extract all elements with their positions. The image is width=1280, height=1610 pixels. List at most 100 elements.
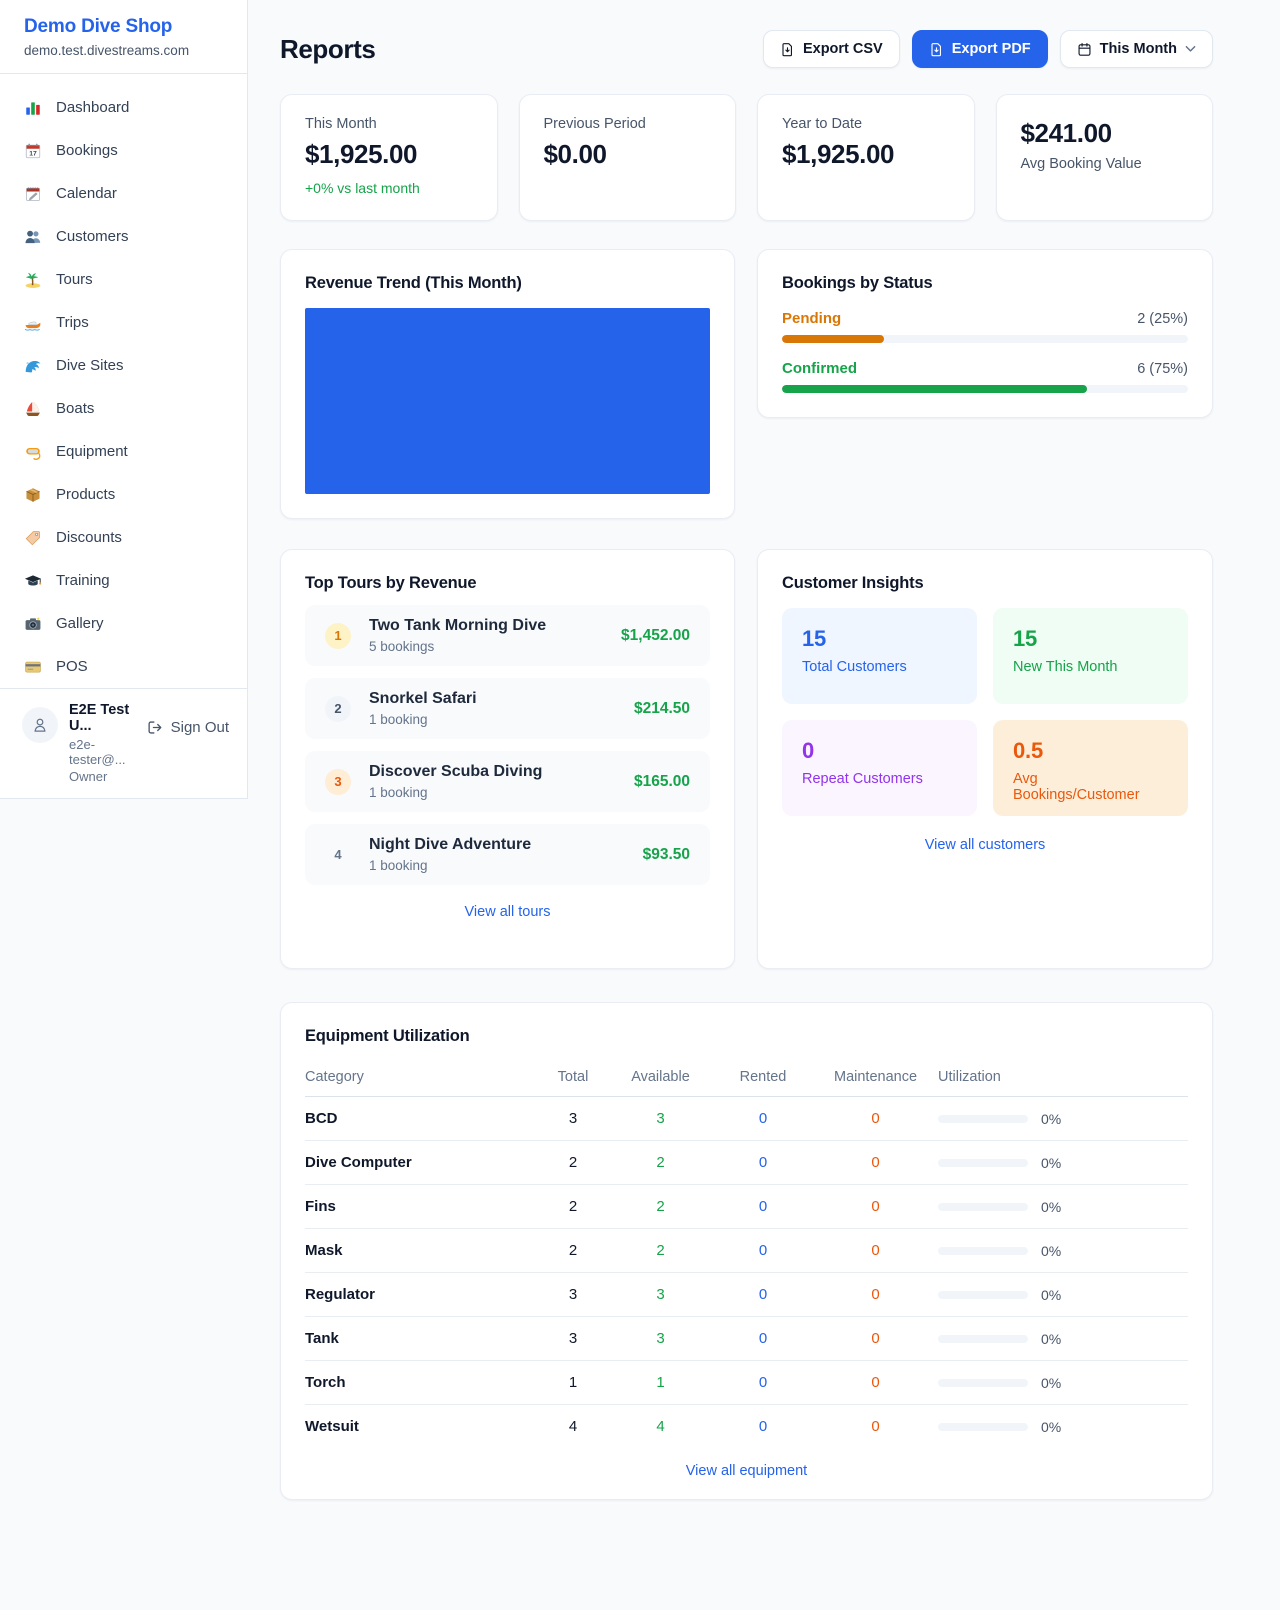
tour-row-discover-scuba-diving: 3Discover Scuba Diving1 booking$165.00 (305, 751, 710, 812)
customers-icon (24, 228, 42, 246)
status-row-confirmed: Confirmed6 (75%) (782, 360, 1188, 393)
tour-name: Two Tank Morning Dive (369, 617, 609, 635)
stat-label: Previous Period (544, 116, 712, 132)
stat-card-year-to-date: Year to Date $1,925.00 (757, 94, 975, 221)
sidebar-item-training[interactable]: Training (24, 559, 235, 602)
sidebar-item-equipment[interactable]: Equipment (24, 430, 235, 473)
tours-list: 1Two Tank Morning Dive5 bookings$1,452.0… (305, 605, 710, 885)
equipment-available: 2 (608, 1141, 713, 1185)
sidebar-item-tours[interactable]: Tours (24, 258, 235, 301)
utilization-percent: 0% (1041, 1199, 1061, 1215)
sign-out-button[interactable]: Sign Out (147, 719, 229, 736)
equipment-maintenance: 0 (813, 1273, 938, 1317)
user-name: E2E Test U... (69, 702, 136, 734)
equipment-rented: 0 (713, 1405, 813, 1449)
equipment-maintenance: 0 (813, 1141, 938, 1185)
equipment-available: 1 (608, 1361, 713, 1405)
discounts-icon (24, 529, 42, 547)
equipment-utilization-card: Equipment Utilization CategoryTotalAvail… (280, 1002, 1213, 1500)
sidebar-item-pos[interactable]: POS (24, 645, 235, 688)
sidebar-item-boats[interactable]: Boats (24, 387, 235, 430)
sign-out-icon (147, 720, 164, 735)
status-value: 2 (25%) (1137, 311, 1188, 327)
equipment-total: 3 (538, 1097, 608, 1141)
column-header-utilization: Utilization (938, 1063, 1188, 1097)
sidebar-nav: Dashboard17BookingsCalendar Customers Tour… (0, 74, 247, 688)
user-info: E2E Test U... e2e-tester@... Owner (69, 702, 136, 784)
sidebar-item-calendar[interactable]: Calendar (24, 172, 235, 215)
tour-name: Snorkel Safari (369, 690, 622, 708)
view-all-equipment-link[interactable]: View all equipment (305, 1463, 1188, 1479)
stat-value: $241.00 (1021, 118, 1189, 149)
equipment-category: Wetsuit (305, 1405, 538, 1449)
sidebar-item-label: Dive Sites (56, 357, 124, 374)
equipment-total: 4 (538, 1405, 608, 1449)
insight-label: Total Customers (802, 659, 957, 675)
utilization-percent: 0% (1041, 1375, 1061, 1391)
equipment-category: BCD (305, 1097, 538, 1141)
equipment-maintenance: 0 (813, 1097, 938, 1141)
equipment-rented: 0 (713, 1185, 813, 1229)
revenue-trend-chart (305, 308, 710, 494)
sidebar-item-dive-sites[interactable]: Dive Sites (24, 344, 235, 387)
rank-badge: 2 (325, 696, 351, 722)
column-header-category: Category (305, 1063, 538, 1097)
rank-badge: 1 (325, 623, 351, 649)
insight-value: 15 (802, 626, 957, 652)
insight-label: New This Month (1013, 659, 1168, 675)
export-csv-button[interactable]: Export CSV (763, 30, 900, 68)
sidebar-item-trips[interactable]: Trips (24, 301, 235, 344)
calendar-icon (24, 185, 42, 203)
equipment-total: 2 (538, 1141, 608, 1185)
sidebar-item-products[interactable]: Products (24, 473, 235, 516)
equipment-utilization-title: Equipment Utilization (305, 1027, 1188, 1046)
sign-out-label: Sign Out (171, 719, 229, 736)
sidebar-item-label: Gallery (56, 615, 104, 632)
person-icon (31, 716, 49, 734)
equipment-category: Dive Computer (305, 1141, 538, 1185)
equipment-row-torch: Torch11000% (305, 1361, 1188, 1405)
tour-bookings: 1 booking (369, 785, 622, 800)
brand-header: Demo Dive Shop demo.test.divestreams.com (0, 0, 247, 74)
sidebar-item-dashboard[interactable]: Dashboard (24, 86, 235, 129)
sidebar-item-label: Trips (56, 314, 89, 331)
sidebar-item-bookings[interactable]: 17Bookings (24, 129, 235, 172)
equipment-rented: 0 (713, 1361, 813, 1405)
view-all-customers-link[interactable]: View all customers (782, 837, 1188, 853)
equipment-row-regulator: Regulator33000% (305, 1273, 1188, 1317)
period-dropdown[interactable]: This Month (1060, 30, 1213, 68)
export-pdf-button[interactable]: Export PDF (912, 30, 1048, 68)
utilization-bar (938, 1379, 1028, 1387)
tours-icon (24, 271, 42, 289)
sidebar-item-discounts[interactable]: Discounts (24, 516, 235, 559)
sidebar-item-gallery[interactable]: Gallery (24, 602, 235, 645)
sidebar-item-label: Customers (56, 228, 129, 245)
tour-bookings: 5 bookings (369, 639, 609, 654)
rank-badge: 4 (325, 842, 351, 868)
equipment-category: Fins (305, 1185, 538, 1229)
equipment-maintenance: 0 (813, 1229, 938, 1273)
view-all-tours-link[interactable]: View all tours (305, 904, 710, 920)
utilization-percent: 0% (1041, 1331, 1061, 1347)
training-icon (24, 572, 42, 590)
revenue-trend-title: Revenue Trend (This Month) (305, 274, 710, 293)
sidebar-item-label: Tours (56, 271, 93, 288)
equipment-row-fins: Fins22000% (305, 1185, 1188, 1229)
equipment-category: Torch (305, 1361, 538, 1405)
equipment-available: 3 (608, 1317, 713, 1361)
stats-row: This Month $1,925.00 +0% vs last month P… (280, 94, 1213, 221)
equipment-rented: 0 (713, 1273, 813, 1317)
sidebar-item-label: Equipment (56, 443, 128, 460)
products-icon (24, 486, 42, 504)
equipment-category: Regulator (305, 1273, 538, 1317)
status-label: Pending (782, 310, 841, 327)
equipment-icon (24, 443, 42, 461)
stat-delta: +0% vs last month (305, 180, 473, 196)
period-label: This Month (1100, 41, 1177, 57)
equipment-maintenance: 0 (813, 1317, 938, 1361)
avatar (22, 707, 58, 743)
sidebar-item-customers[interactable]: Customers (24, 215, 235, 258)
column-header-maintenance: Maintenance (813, 1063, 938, 1097)
column-header-total: Total (538, 1063, 608, 1097)
stat-label: Avg Booking Value (1021, 156, 1189, 172)
